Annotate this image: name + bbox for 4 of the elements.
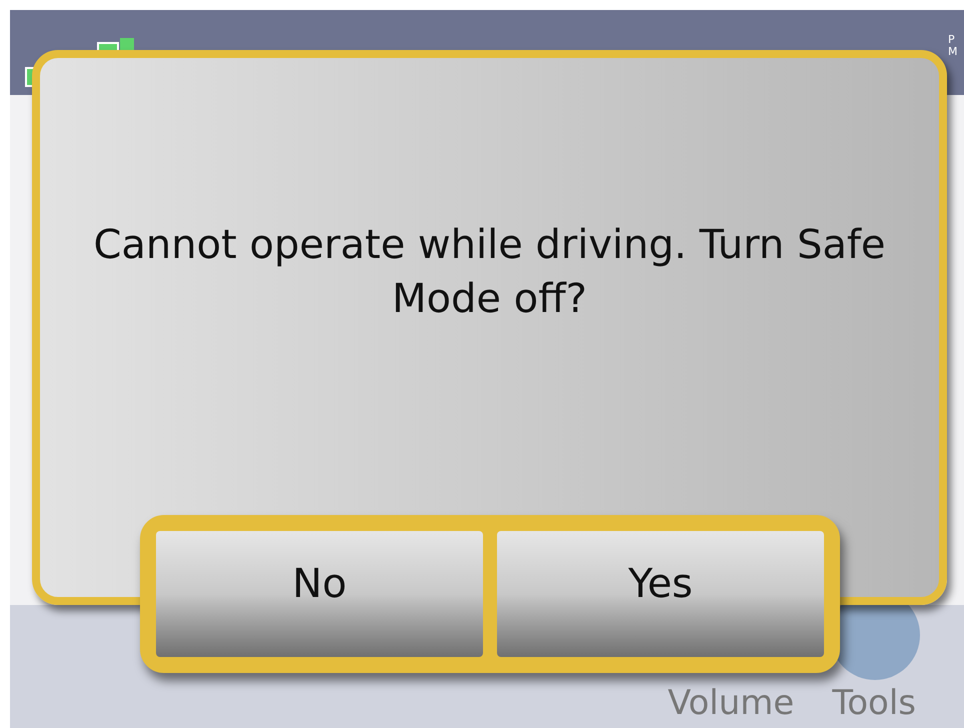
dialog-button[interactable]: No xyxy=(156,531,483,657)
am-pm-label: PM xyxy=(948,34,956,58)
dialog-message: Cannot operate while driving. Turn Safe Mode off? xyxy=(92,221,887,324)
dialog-button[interactable]: Yes xyxy=(497,531,824,657)
